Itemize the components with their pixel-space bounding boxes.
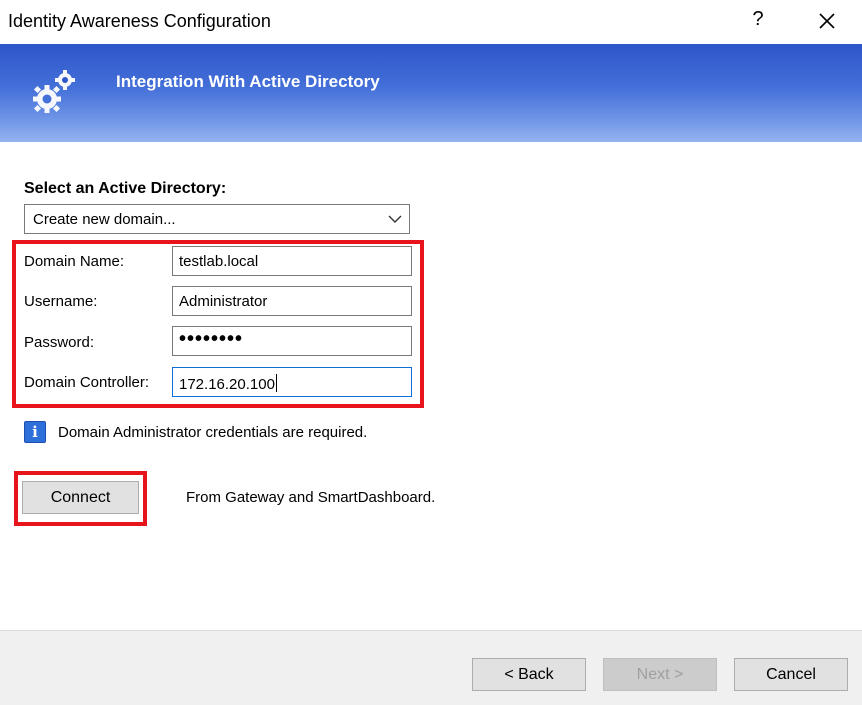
help-button[interactable]: ?	[748, 8, 768, 31]
connect-button[interactable]: Connect	[22, 481, 139, 514]
next-button[interactable]: Next >	[603, 658, 717, 691]
info-icon: i	[24, 421, 46, 443]
window-titlebar: Identity Awareness Configuration ?	[0, 0, 862, 44]
domain-name-label: Domain Name:	[24, 253, 125, 270]
domain-controller-value: 172.16.20.100	[179, 376, 275, 393]
chevron-down-icon	[388, 215, 402, 223]
domain-controller-field[interactable]: 172.16.20.100	[172, 367, 412, 397]
username-field[interactable]: Administrator	[172, 286, 412, 316]
text-caret	[275, 374, 277, 392]
info-text: Domain Administrator credentials are req…	[58, 424, 368, 441]
password-label: Password:	[24, 334, 95, 351]
select-directory-label: Select an Active Directory:	[24, 180, 227, 197]
gears-icon	[33, 70, 75, 113]
wizard-banner: Integration With Active Directory	[0, 44, 862, 142]
connect-note: From Gateway and SmartDashboard.	[186, 489, 436, 506]
domain-name-field[interactable]: testlab.local	[172, 246, 412, 276]
username-label: Username:	[24, 293, 98, 310]
banner-title: Integration With Active Directory	[116, 72, 380, 91]
directory-select-value: Create new domain...	[33, 211, 176, 228]
close-icon	[819, 13, 835, 29]
cancel-button[interactable]: Cancel	[734, 658, 848, 691]
window-title: Identity Awareness Configuration	[8, 11, 271, 31]
domain-controller-label: Domain Controller:	[24, 374, 150, 391]
password-field[interactable]: ••••••••	[172, 326, 412, 356]
wizard-footer	[0, 630, 862, 705]
directory-select[interactable]: Create new domain...	[24, 204, 410, 234]
close-button[interactable]	[812, 6, 842, 36]
back-button[interactable]: < Back	[472, 658, 586, 691]
